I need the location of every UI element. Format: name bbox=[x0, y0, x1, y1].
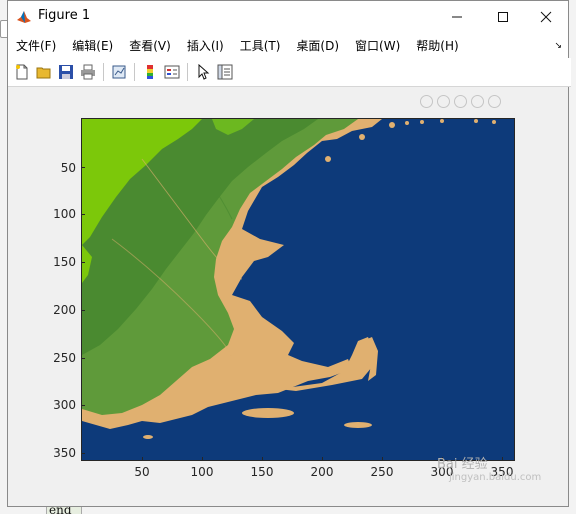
y-tick-label: 350 bbox=[53, 446, 76, 460]
close-button[interactable] bbox=[523, 1, 569, 32]
menu-edit[interactable]: 编辑(E) bbox=[64, 37, 121, 54]
axes-tool-icon[interactable] bbox=[471, 95, 484, 108]
menu-window[interactable]: 窗口(W) bbox=[347, 37, 408, 54]
property-inspector-icon bbox=[217, 64, 233, 80]
menu-file[interactable]: 文件(F) bbox=[8, 37, 64, 54]
x-tick-mark bbox=[382, 457, 383, 461]
x-tick-label: 100 bbox=[190, 465, 214, 479]
save-button[interactable] bbox=[57, 63, 75, 81]
figure-window: Figure 1 文件(F) 编辑(E) 查看(V) 插入(I) 工具(T) 桌… bbox=[7, 0, 571, 507]
x-tick-label: 250 bbox=[370, 465, 394, 479]
x-tick-mark bbox=[322, 457, 323, 461]
y-tick-mark bbox=[81, 358, 85, 359]
matlab-icon bbox=[16, 9, 32, 25]
close-icon bbox=[540, 11, 552, 22]
axes-toolbar[interactable] bbox=[420, 95, 501, 108]
new-figure-button[interactable] bbox=[13, 63, 31, 81]
dock-arrow-icon[interactable]: ↘ bbox=[554, 41, 562, 51]
y-tick-label: 100 bbox=[53, 207, 76, 221]
toolbar-separator bbox=[134, 63, 135, 81]
figure-canvas[interactable]: 50 100 150 200 250 300 350 50 100 150 20… bbox=[8, 87, 568, 506]
terrain-image bbox=[82, 119, 514, 460]
x-tick-label: 50 bbox=[134, 465, 150, 479]
x-tick-mark bbox=[142, 457, 143, 461]
colorbar-icon bbox=[147, 65, 153, 79]
open-file-button[interactable] bbox=[35, 63, 53, 81]
link-plot-icon bbox=[112, 65, 126, 79]
y-tick-label: 300 bbox=[53, 398, 76, 412]
menu-bar: 文件(F) 编辑(E) 查看(V) 插入(I) 工具(T) 桌面(D) 窗口(W… bbox=[8, 32, 568, 58]
minimize-icon bbox=[452, 16, 462, 17]
toolbar-separator bbox=[187, 63, 188, 81]
y-tick-label: 150 bbox=[53, 255, 76, 269]
y-tick-mark bbox=[81, 214, 85, 215]
y-tick-mark bbox=[81, 262, 85, 263]
menu-view[interactable]: 查看(V) bbox=[121, 37, 179, 54]
toolbar-separator bbox=[103, 63, 104, 81]
folder-icon bbox=[36, 67, 51, 79]
save-icon bbox=[59, 65, 73, 79]
menu-desktop[interactable]: 桌面(D) bbox=[288, 37, 347, 54]
x-tick-label: 150 bbox=[250, 465, 274, 479]
y-tick-label: 250 bbox=[53, 351, 76, 365]
maximize-icon bbox=[498, 11, 508, 22]
menu-help[interactable]: 帮助(H) bbox=[408, 37, 466, 54]
y-tick-mark bbox=[81, 310, 85, 311]
insert-colorbar-button[interactable] bbox=[141, 63, 159, 81]
link-plot-button[interactable] bbox=[110, 63, 128, 81]
x-tick-mark bbox=[202, 457, 203, 461]
watermark-logo: Bai 经验 bbox=[437, 457, 488, 472]
x-tick-mark bbox=[262, 457, 263, 461]
y-tick-label: 50 bbox=[60, 161, 76, 175]
edit-plot-button[interactable] bbox=[194, 63, 212, 81]
pointer-icon bbox=[198, 64, 210, 80]
print-button[interactable] bbox=[79, 63, 97, 81]
window-title: Figure 1 bbox=[38, 8, 91, 23]
x-tick-mark bbox=[502, 457, 503, 461]
legend-icon bbox=[164, 65, 180, 79]
y-tick-mark bbox=[81, 405, 85, 406]
watermark-url: jingyan.baidu.com bbox=[449, 472, 542, 483]
minimize-button[interactable] bbox=[434, 1, 480, 32]
property-inspector-button[interactable] bbox=[216, 63, 234, 81]
printer-icon bbox=[81, 64, 95, 80]
axes-tool-icon[interactable] bbox=[437, 95, 450, 108]
y-tick-mark bbox=[81, 453, 85, 454]
figure-toolbar bbox=[8, 58, 571, 87]
insert-legend-button[interactable] bbox=[163, 63, 181, 81]
menu-tools[interactable]: 工具(T) bbox=[232, 37, 289, 54]
axes-tool-icon[interactable] bbox=[454, 95, 467, 108]
x-tick-label: 200 bbox=[310, 465, 334, 479]
maximize-button[interactable] bbox=[480, 1, 526, 32]
image-axes[interactable] bbox=[81, 118, 515, 461]
new-file-icon bbox=[16, 64, 28, 80]
axes-tool-icon[interactable] bbox=[420, 95, 433, 108]
menu-insert[interactable]: 插入(I) bbox=[179, 37, 232, 54]
y-tick-mark bbox=[81, 167, 85, 168]
title-bar[interactable]: Figure 1 bbox=[8, 1, 568, 32]
y-tick-label: 200 bbox=[53, 303, 76, 317]
home-icon[interactable] bbox=[488, 95, 501, 108]
